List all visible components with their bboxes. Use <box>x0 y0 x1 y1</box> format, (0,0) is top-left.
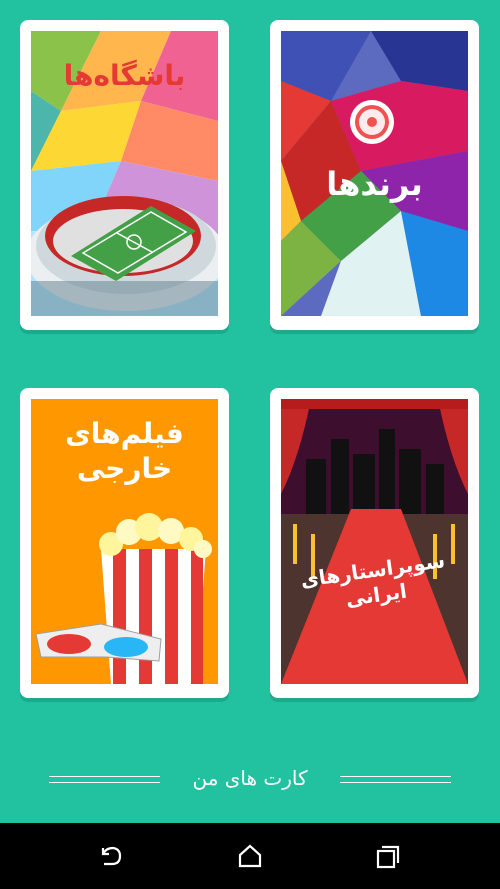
donut-icon <box>350 100 394 144</box>
card-clubs-title: باشگاه‌ها <box>63 59 186 92</box>
card-stars[interactable]: سوپراستارهای ایرانی <box>270 388 479 698</box>
stars-artwork <box>281 399 468 684</box>
my-cards-footer[interactable]: کارت های من <box>0 760 500 804</box>
recents-icon[interactable] <box>371 839 405 873</box>
my-cards-label[interactable]: کارت های من <box>160 766 340 790</box>
card-movies[interactable]: فیلم‌های خارجی <box>20 388 229 698</box>
card-movies-title-line2: خارجی <box>76 452 173 485</box>
card-movies-title-line1: فیلم‌های <box>65 417 184 450</box>
card-clubs[interactable]: باشگاه‌ها <box>20 20 229 330</box>
card-brands-title: برندها <box>326 165 423 203</box>
card-brands[interactable]: برندها <box>270 20 479 330</box>
home-icon[interactable] <box>233 839 267 873</box>
footer-divider-left <box>49 776 160 783</box>
footer-divider-right <box>340 776 451 783</box>
system-navigation-bar <box>0 823 500 889</box>
card-movies-title: فیلم‌های خارجی <box>20 416 229 486</box>
back-icon[interactable] <box>94 839 128 873</box>
